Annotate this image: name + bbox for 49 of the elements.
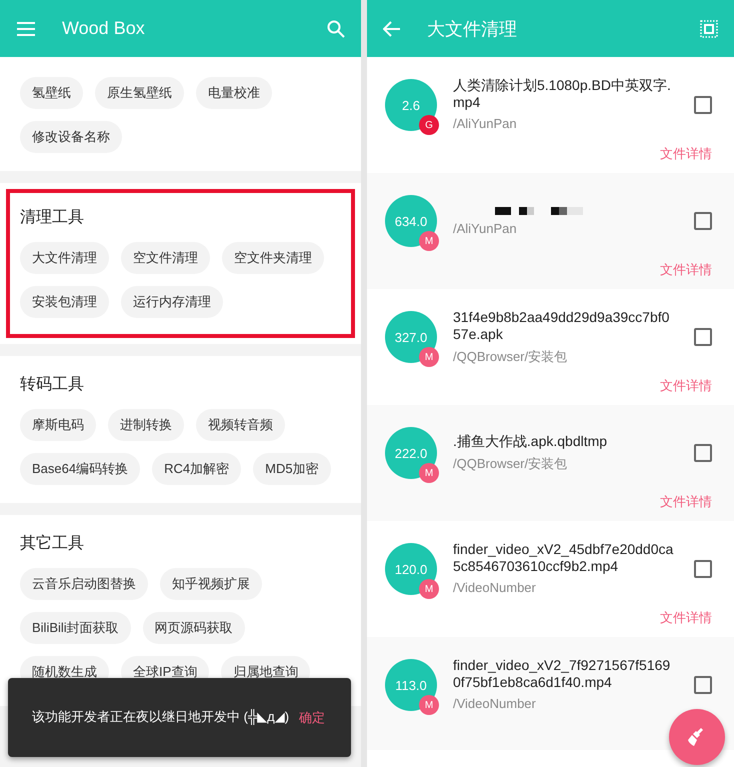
tool-chip[interactable]: 网页源码获取: [142, 612, 245, 644]
tool-chip[interactable]: 原生氢壁纸: [95, 77, 184, 109]
checkbox[interactable]: [694, 676, 712, 694]
section-title: 其它工具: [20, 534, 84, 554]
file-path: /AliYunPan: [453, 220, 517, 236]
screen-title: 大文件清理: [427, 18, 518, 40]
app-title: Wood Box: [62, 18, 146, 39]
file-name: finder_video_xV2_45dbf7e20dd0ca5c8546703610ccf9b2.mp4: [453, 541, 674, 575]
section-title: 转码工具: [20, 375, 84, 395]
file-path: /AliYunPan: [453, 116, 517, 131]
tool-chip[interactable]: 空文件清理: [121, 242, 210, 274]
tool-chip[interactable]: 修改设备名称: [20, 121, 122, 153]
tool-chip[interactable]: 氢壁纸: [20, 77, 83, 109]
tool-chip[interactable]: 电量校准: [196, 77, 272, 109]
tool-chip[interactable]: 安装包清理: [20, 286, 109, 318]
unit-badge: M: [419, 463, 439, 483]
tool-chip[interactable]: 运行内存清理: [121, 286, 223, 318]
tool-chip[interactable]: 视频转音频: [196, 409, 285, 441]
snackbar-message: 该功能开发者正在夜以继日地开发中 (╬◣д◢): [32, 709, 290, 726]
checkbox[interactable]: [694, 444, 712, 462]
tool-chip[interactable]: Base64编码转换: [20, 453, 140, 485]
tool-chip[interactable]: 进制转换: [108, 409, 184, 441]
tool-chip[interactable]: MD5加密: [253, 453, 331, 485]
file-name: 人类清除计划5.1080p.BD中英双字.mp4: [453, 77, 672, 111]
checkbox[interactable]: [694, 328, 712, 346]
file-path: /VideoNumber: [453, 580, 536, 595]
tool-chip[interactable]: 摩斯电码: [20, 409, 96, 441]
unit-badge: M: [419, 695, 439, 715]
file-name: 31f4e9b8b2aa49dd29d9a39cc7bf057e.apk: [453, 308, 670, 342]
unit-badge: M: [419, 347, 439, 367]
file-name: .捕鱼大作战.apk.qbdltmp: [453, 433, 608, 450]
confirm-button[interactable]: 确定: [295, 704, 329, 730]
checkbox[interactable]: [694, 560, 712, 578]
file-path: /QQBrowser/安装包: [453, 348, 568, 366]
file-name: finder_video_xV2_7f9271567f51690f75bf1eb8ca6d1f40.mp4: [453, 657, 672, 691]
tool-chip[interactable]: 知乎视频扩展: [160, 568, 262, 600]
unit-badge: M: [419, 231, 439, 251]
checkbox[interactable]: [694, 96, 712, 114]
tool-chip[interactable]: RC4加解密: [152, 453, 242, 485]
tool-chip[interactable]: 空文件夹清理: [222, 242, 324, 274]
unit-badge: G: [419, 115, 439, 135]
section-title: 清理工具: [20, 208, 84, 228]
checkbox[interactable]: [694, 212, 712, 230]
tool-chip[interactable]: 云音乐启动图替换: [20, 568, 148, 600]
unit-badge: M: [419, 579, 439, 599]
tool-chip[interactable]: 大文件清理: [20, 242, 109, 274]
file-path: /QQBrowser/安装包: [453, 455, 568, 473]
file-path: /VideoNumber: [453, 696, 536, 711]
tool-chip[interactable]: BiliBili封面获取: [20, 612, 131, 644]
